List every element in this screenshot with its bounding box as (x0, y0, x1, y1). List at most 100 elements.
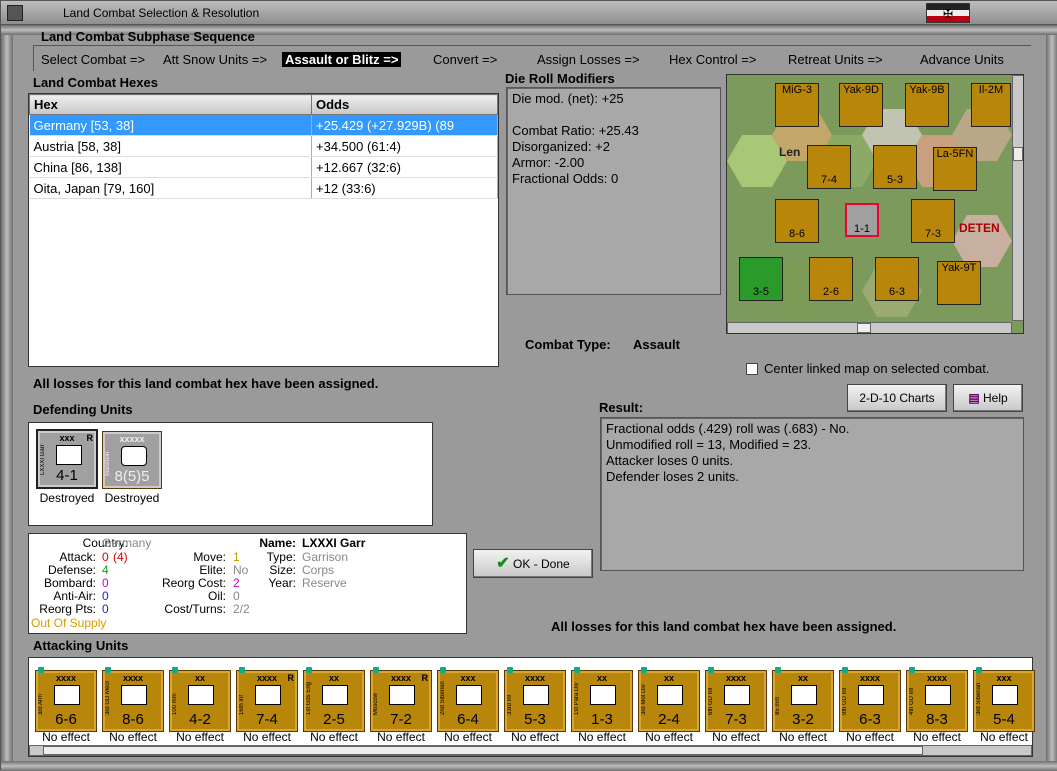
combat-type-label: Combat Type: (525, 337, 611, 352)
table-row[interactable]: Oita, Japan [79, 160] +12 (33:6) (29, 177, 498, 199)
attacker-counter[interactable]: xxxx 3rd Arm 6-6 (35, 667, 97, 732)
defending-units-panel: xxx R LXXXI Garr 4-1 Destroyed xxxxx Man… (28, 422, 433, 526)
help-book-icon: ▤ (968, 391, 983, 405)
attacker-counter[interactable]: xx 3rd Mot Div 2-4 (638, 667, 700, 732)
unit-symbol-icon (456, 685, 482, 705)
checkmark-icon: ✔ (496, 555, 510, 572)
unit-symbol-icon (322, 685, 348, 705)
attacker-status: No effect (310, 730, 358, 744)
map-counter-unit[interactable]: 5-3 (873, 145, 917, 189)
attacker-status: No effect (645, 730, 693, 744)
map-counter-unit[interactable]: 8-6 (775, 199, 819, 243)
oil-label: Oil: (208, 589, 226, 603)
step-att-snow-units[interactable]: Att Snow Units => (163, 52, 267, 67)
table-row[interactable]: Austria [58, 38] +34.500 (61:4) (29, 135, 498, 157)
unit-symbol-icon (858, 685, 884, 705)
attacker-counter[interactable]: xxxx 4th GD Inf 8-3 (906, 667, 968, 732)
defender-counter[interactable]: xxx R LXXXI Garr 4-1 (36, 429, 98, 489)
size-value: Corps (302, 563, 335, 577)
column-odds[interactable]: Odds (311, 94, 498, 115)
attacker-counter[interactable]: xxxx 9th GD Inf 6-3 (839, 667, 901, 732)
map-counter-air[interactable]: La-5FN (933, 147, 977, 191)
map-hscroll-thumb[interactable] (857, 323, 871, 333)
map-counter-unit[interactable]: 2-6 (809, 257, 853, 301)
map-counter-unit[interactable]: 7-4 (807, 145, 851, 189)
hex-cell: Oita, Japan [79, 160] (29, 177, 312, 199)
unit-details-panel: Country: Germany Attack: 0 (4) Defense: … (28, 533, 467, 634)
table-row[interactable]: Germany [53, 38] +25.429 (+27.929B) (89 (29, 114, 498, 136)
table-row[interactable]: China [86, 138] +12.667 (32:6) (29, 156, 498, 178)
oil-value: 0 (233, 589, 240, 603)
title-bar: Land Combat Selection & Resolution ✠ (1, 1, 1057, 25)
table-header: Hex Odds (29, 94, 498, 115)
defense-value: 4 (102, 563, 109, 577)
map-vscrollbar[interactable] (1012, 75, 1023, 321)
map-counter-air[interactable]: MiG-3 (775, 83, 819, 127)
linked-map[interactable]: MiG-3 Yak-9D Yak-9B Il-2M La-5FN Yak-9T … (726, 74, 1024, 334)
step-retreat-units[interactable]: Retreat Units => (788, 52, 883, 67)
help-button[interactable]: ▤ Help (953, 384, 1023, 412)
modifier-line: Disorganized: +2 (512, 139, 610, 154)
defender-status: Destroyed (39, 491, 95, 505)
costturns-label: Cost/Turns: (164, 602, 226, 616)
move-label: Move: (193, 550, 226, 564)
unit-symbol-icon (54, 685, 80, 705)
step-hex-control[interactable]: Hex Control => (669, 52, 756, 67)
defender-counter[interactable]: xxxxx Manstein 8(5)5 (102, 431, 162, 489)
step-assault-or-blitz[interactable]: Assault or Blitz => (282, 52, 402, 67)
map-vscroll-thumb[interactable] (1013, 147, 1023, 161)
attack-value: 0 (102, 550, 109, 564)
attacker-counter[interactable]: xx 100 mm 4-2 (169, 667, 231, 732)
combat-window: Land Combat Selection & Resolution ✠ Lan… (0, 0, 1057, 771)
attacker-counter[interactable]: xxxx 3rd GD Mech 8-6 (102, 667, 164, 732)
odds-cell: +34.500 (61:4) (311, 135, 498, 157)
map-counter-unit[interactable]: 7-3 (911, 199, 955, 243)
center-map-checkbox[interactable] (746, 363, 758, 375)
antiair-label: Anti-Air: (53, 589, 96, 603)
attacker-status: No effect (243, 730, 291, 744)
attacker-counter[interactable]: xx 85 mm 3-2 (772, 667, 834, 732)
attacker-counter[interactable]: xxx 2nd Siberian 6-4 (437, 667, 499, 732)
map-counter-unit[interactable]: 3-5 (739, 257, 783, 301)
map-target-counter[interactable]: 1-1 (845, 203, 879, 237)
attacker-counter[interactable]: xxxx 6th GD Inf 7-3 (705, 667, 767, 732)
attacker-status: No effect (712, 730, 760, 744)
step-convert[interactable]: Convert => (433, 52, 497, 67)
odds-cell: +25.429 (+27.929B) (89 (311, 114, 498, 136)
ok-done-button[interactable]: ✔ OK - Done (473, 549, 593, 578)
step-select-combat[interactable]: Select Combat => (41, 52, 145, 67)
country-value: Germany (102, 536, 152, 550)
attacker-counter[interactable]: xx 1st Gds Eng 2-5 (303, 667, 365, 732)
modifier-line: Die mod. (net): +25 (512, 91, 624, 106)
name-value: LXXXI Garr (302, 536, 366, 550)
map-counter-air[interactable]: Yak-9D (839, 83, 883, 127)
reorgpts-value: 0 (102, 602, 109, 616)
map-region-label: DETEN (959, 221, 1000, 235)
type-label: Type: (266, 550, 296, 564)
charts-button[interactable]: 2-D-10 Charts (847, 384, 947, 412)
size-label: Size: (269, 563, 296, 577)
window-title: Land Combat Selection & Resolution (63, 6, 260, 20)
right-frame (1046, 25, 1057, 771)
attacker-counter[interactable]: xxxx 33rd Inf 5-3 (504, 667, 566, 732)
map-counter-air[interactable]: Yak-9T (937, 261, 981, 305)
column-hex[interactable]: Hex (29, 94, 312, 115)
map-counter-air[interactable]: Yak-9B (905, 83, 949, 127)
map-counter-air[interactable]: Il-2M (971, 83, 1011, 127)
year-value: Reserve (302, 576, 347, 590)
defending-heading: Defending Units (33, 402, 133, 417)
result-line: Attacker loses 0 units. (606, 453, 734, 468)
step-advance-units[interactable]: Advance Units (920, 52, 1004, 67)
supply-status: Out Of Supply (31, 616, 107, 630)
attacker-counter[interactable]: xxxx R Moscow 7-2 (370, 667, 432, 732)
map-counter-unit[interactable]: 6-3 (875, 257, 919, 301)
attacker-counter[interactable]: xx 1st Para Div 1-3 (571, 667, 633, 732)
attack-hscroll-thumb[interactable] (43, 746, 923, 755)
attacker-counter[interactable]: xxxx R 16th Inf 7-4 (236, 667, 298, 732)
map-city-label: Len (779, 145, 801, 159)
attacker-counter[interactable]: xxx 3rd Siberian 5-4 (973, 667, 1035, 732)
defender-status: Destroyed (104, 491, 160, 505)
hex-cell: Austria [58, 38] (29, 135, 312, 157)
attacker-status: No effect (444, 730, 492, 744)
step-assign-losses[interactable]: Assign Losses => (537, 52, 640, 67)
